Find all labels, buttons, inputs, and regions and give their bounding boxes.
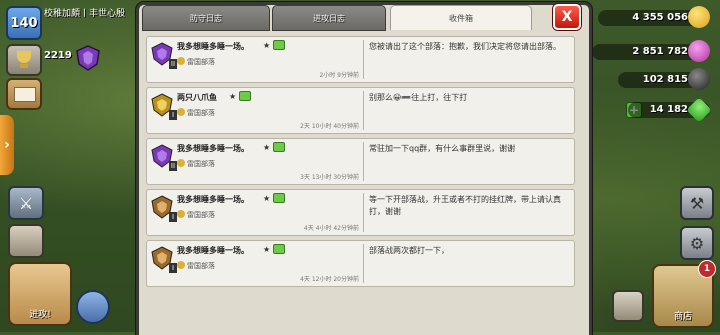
elixir-counter: 2 851 782 (592, 40, 710, 62)
shop-label: 商店 (673, 312, 692, 322)
trophy-button[interactable] (6, 44, 42, 76)
clan-name: 雷国部落 (187, 109, 215, 117)
sender-name[interactable]: 我多想睡多睡一场。 (177, 194, 249, 205)
message-sender-block[interactable]: I 我多想睡多睡一场。 ★ 雷国部落 4天 12小时 20分钟前 (147, 241, 363, 286)
message-row[interactable]: I 我多想睡多睡一场。 ★ 雷国部落 4天 12小时 20分钟前 部落战两次都打一下， (146, 240, 575, 287)
chat-icon[interactable] (273, 142, 285, 152)
tab-defense-log[interactable]: 防守日志 (142, 5, 270, 31)
dark-elixir-counter: 102 815 (618, 68, 710, 90)
message-row[interactable]: II 我多想睡多睡一场。 ★ 雷国部落 3天 13小时 30分钟前 常驻加一下qq群，有什… (146, 138, 575, 185)
rank-label: II (169, 59, 177, 69)
message-text: 您被请出了这个部落：抱歉，我们决定将您请出部落。 (369, 42, 561, 51)
rank-label: II (169, 161, 177, 171)
gold-icon (688, 6, 710, 28)
tools-button[interactable]: ⚒ (680, 186, 714, 220)
rank-label: I (169, 263, 177, 273)
side-expand-tab[interactable]: › (0, 115, 14, 175)
star-icon: ★ (263, 143, 271, 152)
layout-button[interactable] (612, 290, 644, 322)
settings-button[interactable]: ⚙ (680, 226, 714, 260)
sender-name[interactable]: 两只八爪鱼 (177, 92, 217, 103)
message-sender-block[interactable]: I 我多想睡多睡一场。 ★ 雷国部落 4天 4小时 42分钟前 (147, 190, 363, 235)
trophy-icon (17, 51, 31, 63)
dark-elixir-value: 102 815 (642, 74, 688, 85)
clan-icon (177, 261, 185, 269)
mail-button[interactable] (6, 78, 42, 110)
message-text: 等一下开部落战，升王或者不打的挂红牌，带上请认真打，谢谢 (369, 195, 561, 216)
attack-label: 进攻! (29, 310, 51, 320)
message-time: 2小时 9分钟前 (319, 72, 359, 79)
chat-icon[interactable] (273, 193, 285, 203)
clan-badge-button[interactable] (76, 290, 110, 324)
star-icon: ★ (229, 92, 237, 101)
message-text: 别那么😀➖往上打，往下打 (369, 93, 468, 102)
message-time: 3天 13小时 30分钟前 (300, 174, 359, 181)
tab-inbox[interactable]: 收件箱 (390, 5, 532, 30)
trophy-count: 2219 (44, 50, 72, 61)
sword-button[interactable]: ⚔ (8, 186, 44, 220)
dark-elixir-icon (688, 68, 710, 90)
rank-label: I (169, 212, 177, 222)
player-level-badge[interactable]: 140 (6, 6, 42, 40)
shop-notification-badge: 1 (698, 260, 716, 278)
star-icon: ★ (263, 194, 271, 203)
message-text: 部落战两次都打一下， (369, 246, 449, 255)
gear-icon: ⚙ (689, 233, 705, 253)
clan-icon (177, 57, 185, 65)
clan-name: 雷国部落 (187, 211, 215, 219)
close-button[interactable]: X (553, 4, 581, 30)
rank-label: I (169, 110, 177, 120)
envelope-icon (14, 87, 36, 102)
player-name: 校稚加頗丨丰世心殷 (44, 9, 126, 19)
clan-name: 雷国部落 (187, 160, 215, 168)
message-time: 2天 10小时 40分钟前 (300, 123, 359, 130)
tab-attack-log[interactable]: 进攻日志 (272, 5, 386, 31)
clan-icon (177, 108, 185, 116)
crossed-swords-icon: ⚔ (18, 193, 34, 213)
message-sender-block[interactable]: II 我多想睡多睡一场。 ★ 雷国部落 3天 13小时 30分钟前 (147, 139, 363, 184)
elixir-value: 2 851 782 (632, 46, 688, 57)
sender-name[interactable]: 我多想睡多睡一场。 (177, 245, 249, 256)
message-sender-block[interactable]: II 我多想睡多睡一场。 ★ 雷国部落 2小时 9分钟前 (147, 37, 363, 82)
message-row[interactable]: I 两只八爪鱼 ★ 雷国部落 2天 10小时 40分钟前 别那么😀➖往上打，往下打 (146, 87, 575, 134)
message-time: 4天 4小时 42分钟前 (303, 225, 359, 232)
message-row[interactable]: II 我多想睡多睡一场。 ★ 雷国部落 2小时 9分钟前 您被请出了这个部落：抱歉，我们决… (146, 36, 575, 83)
elixir-icon (688, 40, 710, 62)
gold-value: 4 355 056 (632, 12, 688, 23)
clan-icon (177, 159, 185, 167)
builder-button[interactable] (8, 224, 44, 258)
chat-icon[interactable] (273, 244, 285, 254)
gem-value: 14 182 (649, 104, 688, 115)
clan-name: 雷国部落 (187, 58, 215, 66)
gem-icon (686, 97, 712, 123)
league-shield-icon (76, 45, 100, 71)
message-time: 4天 12小时 20分钟前 (300, 276, 359, 283)
clan-name: 雷国部落 (187, 262, 215, 270)
star-icon: ★ (263, 245, 271, 254)
star-icon: ★ (263, 41, 271, 50)
sender-name[interactable]: 我多想睡多睡一场。 (177, 41, 249, 52)
gem-counter: 14 182 (628, 97, 712, 123)
hammer-icon: ⚒ (689, 193, 705, 213)
attack-button[interactable]: 进攻! (8, 262, 72, 326)
chat-icon[interactable] (239, 91, 251, 101)
message-row[interactable]: I 我多想睡多睡一场。 ★ 雷国部落 4天 4小时 42分钟前 等一下开部落战，升王或者不… (146, 189, 575, 236)
message-sender-block[interactable]: I 两只八爪鱼 ★ 雷国部落 2天 10小时 40分钟前 (147, 88, 363, 133)
chat-icon[interactable] (273, 40, 285, 50)
gold-counter: 4 355 056 (598, 6, 710, 28)
panel-tabs: 防守日志 进攻日志 收件箱 (138, 5, 584, 31)
sender-name[interactable]: 我多想睡多睡一场。 (177, 143, 249, 154)
message-text: 常驻加一下qq群，有什么事群里说，谢谢 (369, 144, 516, 153)
clan-icon (177, 210, 185, 218)
